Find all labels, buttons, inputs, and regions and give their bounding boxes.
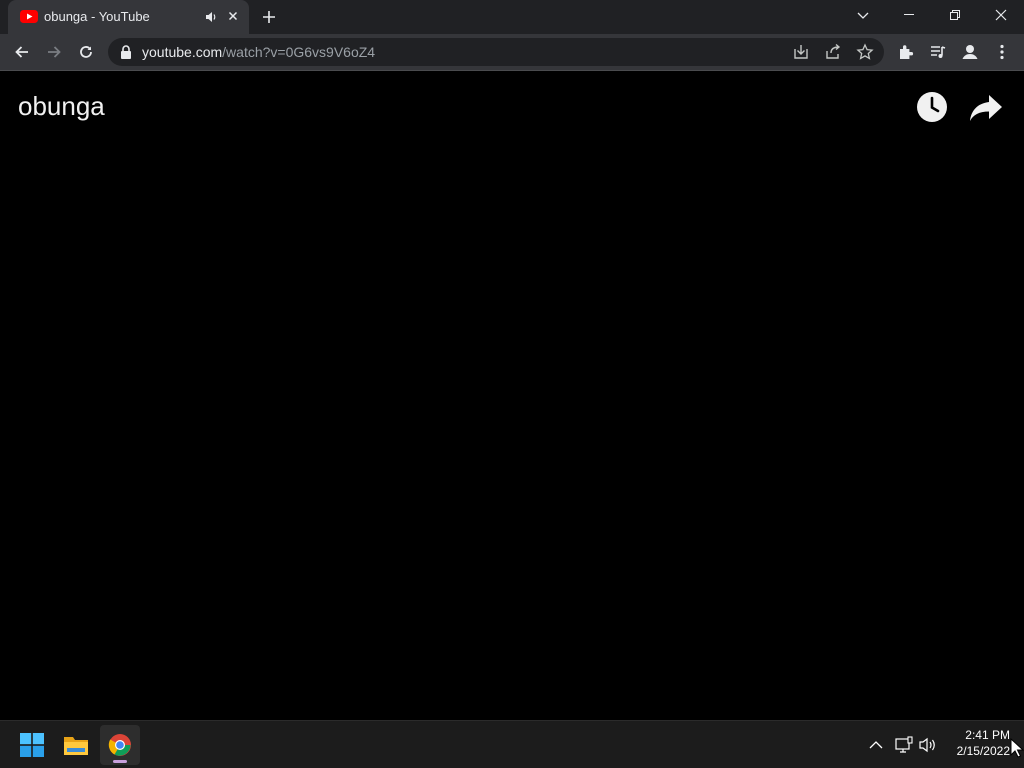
network-icon[interactable] — [894, 735, 914, 755]
share-icon[interactable] — [824, 43, 842, 61]
reload-icon[interactable] — [72, 38, 100, 66]
back-arrow-icon[interactable] — [8, 38, 36, 66]
windows-start-icon[interactable] — [12, 725, 52, 765]
volume-icon[interactable] — [918, 735, 938, 755]
system-clock[interactable]: 2:41 PM 2/15/2022 — [944, 727, 1010, 759]
video-title[interactable]: obunga — [18, 91, 105, 122]
tab-strip: obunga - YouTube — [0, 0, 1024, 34]
url-text[interactable]: youtube.com/watch?v=0G6vs9V6oZ4 — [142, 44, 375, 60]
active-app-indicator — [113, 760, 127, 763]
youtube-icon — [20, 10, 38, 23]
plus-icon[interactable] — [258, 6, 280, 28]
clock-icon[interactable] — [916, 91, 948, 123]
star-icon[interactable] — [856, 43, 874, 61]
address-bar[interactable]: youtube.com/watch?v=0G6vs9V6oZ4 — [108, 38, 884, 66]
media-control-icon[interactable] — [924, 38, 952, 66]
puzzle-icon[interactable] — [892, 38, 920, 66]
windows-taskbar: 2:41 PM 2/15/2022 — [0, 720, 1024, 768]
mouse-cursor-icon — [1010, 738, 1024, 758]
chevron-up-icon[interactable] — [866, 735, 886, 755]
restore-icon[interactable] — [932, 0, 978, 30]
close-icon[interactable] — [978, 0, 1024, 30]
tab-title: obunga - YouTube — [44, 9, 150, 24]
clock-time: 2:41 PM — [965, 728, 1010, 742]
url-path: /watch?v=0G6vs9V6oZ4 — [222, 44, 376, 60]
profile-icon[interactable] — [956, 38, 984, 66]
clock-date: 2/15/2022 — [956, 744, 1010, 758]
video-player[interactable]: obunga — [0, 71, 1024, 720]
more-icon[interactable] — [988, 38, 1016, 66]
speaker-icon[interactable] — [204, 10, 218, 24]
close-icon[interactable] — [225, 8, 241, 24]
install-icon[interactable] — [792, 43, 810, 61]
share-arrow-icon[interactable] — [968, 91, 1004, 123]
lock-icon[interactable] — [120, 45, 132, 59]
browser-toolbar: youtube.com/watch?v=0G6vs9V6oZ4 — [0, 34, 1024, 71]
url-host: youtube.com — [142, 44, 223, 60]
chrome-icon[interactable] — [100, 725, 140, 765]
file-explorer-icon[interactable] — [56, 725, 96, 765]
tab-youtube[interactable]: obunga - YouTube — [8, 0, 249, 34]
forward-arrow-icon[interactable] — [40, 38, 68, 66]
minimize-icon[interactable] — [886, 0, 932, 30]
chevron-down-icon[interactable] — [840, 0, 886, 30]
